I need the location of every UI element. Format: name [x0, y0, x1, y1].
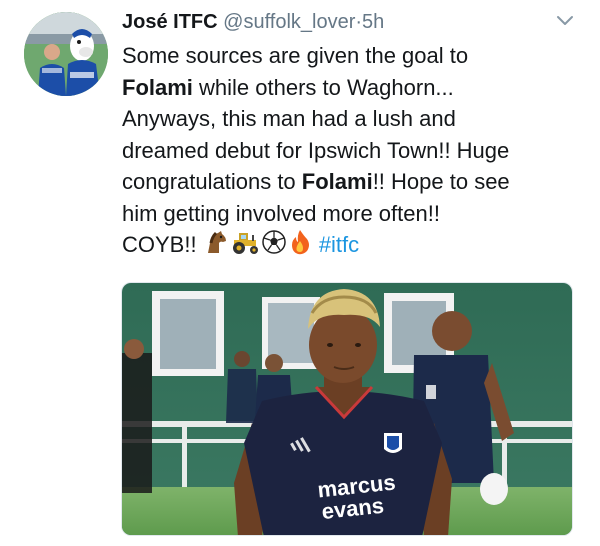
- hashtag-link[interactable]: #itfc: [319, 232, 359, 257]
- tweet-media-image[interactable]: marcus evans: [121, 282, 573, 536]
- avatar-image: [24, 12, 108, 96]
- tweet-line-last: COYB!! #itfc: [122, 229, 590, 264]
- tweet-header: José ITFC @suffolk_lover·5h: [122, 9, 552, 35]
- mention-folami: Folami: [301, 169, 373, 194]
- tweet-line: Folami while others to Waghorn...: [122, 74, 454, 100]
- tweet-card: José ITFC @suffolk_lover·5h Some sources…: [0, 0, 600, 546]
- tweet-text: Some sources are given the goal to Folam…: [122, 40, 590, 264]
- tractor-emoji-icon: [230, 229, 260, 264]
- chevron-down-icon[interactable]: [556, 14, 574, 26]
- avatar[interactable]: [24, 12, 108, 96]
- soccer-ball-emoji-icon: [261, 229, 287, 264]
- photo-player-training: marcus evans: [122, 283, 572, 535]
- fire-emoji-icon: [288, 229, 312, 264]
- tweet-line: Some sources are given the goal to: [122, 43, 469, 68]
- tweet-line: dreamed debut for Ipswich Town!! Huge: [122, 137, 510, 163]
- mention-folami: Folami: [122, 74, 193, 100]
- tweet-timestamp[interactable]: 5h: [362, 11, 384, 33]
- author-handle[interactable]: @suffolk_lover: [223, 11, 355, 33]
- tweet-line: Anyways, this man had a lush and: [122, 106, 456, 131]
- tweet-line: congratulations to Folami!! Hope to see: [122, 169, 510, 194]
- tweet-line: him getting involved more often!!: [122, 200, 440, 226]
- author-name[interactable]: José ITFC: [122, 11, 218, 33]
- horse-emoji-icon: [203, 229, 229, 264]
